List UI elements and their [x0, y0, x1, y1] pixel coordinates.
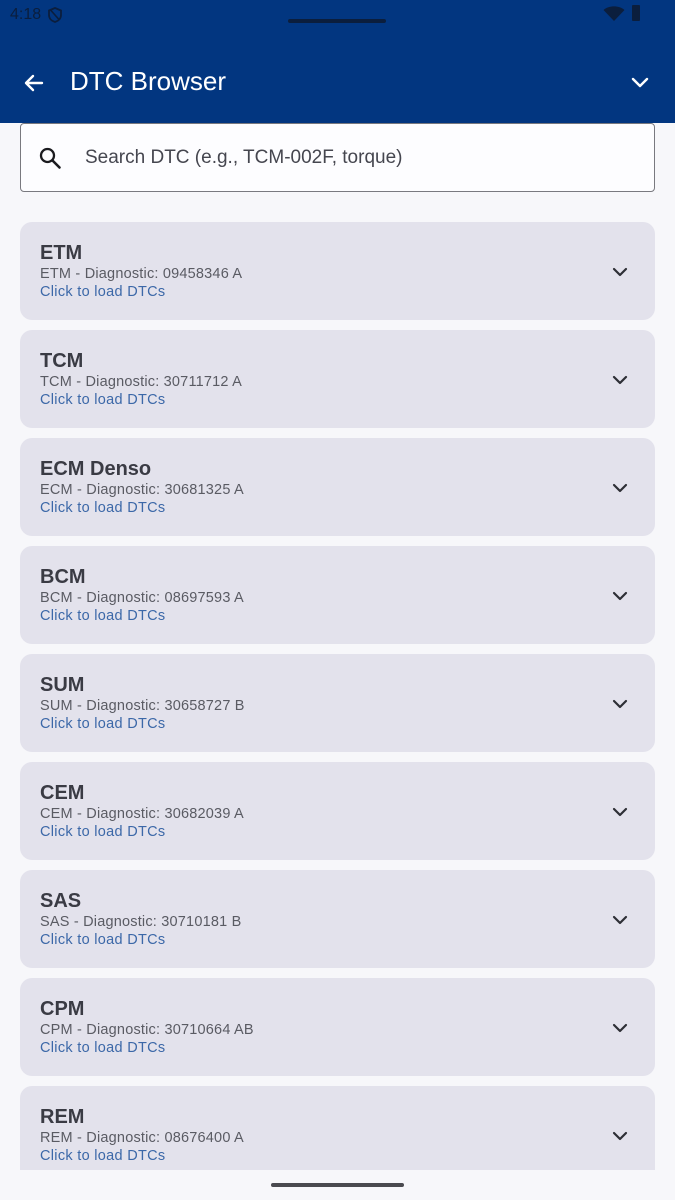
module-card[interactable]: BCM BCM - Diagnostic: 08697593 A Click t…	[20, 546, 655, 644]
module-name: REM	[40, 1106, 85, 1128]
load-dtcs-link[interactable]: Click to load DTCs	[40, 284, 165, 300]
module-diagnostic: CPM - Diagnostic: 30710664 AB	[40, 1022, 254, 1038]
module-diagnostic: ECM - Diagnostic: 30681325 A	[40, 482, 244, 498]
search-icon	[38, 146, 62, 175]
module-diagnostic: BCM - Diagnostic: 08697593 A	[40, 590, 244, 606]
wifi-icon	[603, 6, 625, 27]
battery-icon	[632, 5, 640, 21]
module-name: SAS	[40, 890, 82, 912]
load-dtcs-link[interactable]: Click to load DTCs	[40, 392, 165, 408]
module-name: ETM	[40, 242, 83, 264]
search-input[interactable]	[83, 140, 637, 176]
status-bar: 4:18	[0, 0, 675, 32]
module-card[interactable]: CPM CPM - Diagnostic: 30710664 AB Click …	[20, 978, 655, 1076]
search-field[interactable]	[20, 123, 655, 192]
module-card[interactable]: ECM Denso ECM - Diagnostic: 30681325 A C…	[20, 438, 655, 536]
arrow-left-icon[interactable]	[22, 71, 46, 100]
module-card[interactable]: CEM CEM - Diagnostic: 30682039 A Click t…	[20, 762, 655, 860]
module-name: CEM	[40, 782, 85, 804]
module-name: CPM	[40, 998, 85, 1020]
chevron-down-icon[interactable]	[630, 76, 650, 95]
chevron-down-icon[interactable]	[611, 1021, 629, 1039]
load-dtcs-link[interactable]: Click to load DTCs	[40, 500, 165, 516]
load-dtcs-link[interactable]: Click to load DTCs	[40, 932, 165, 948]
status-time: 4:18	[10, 6, 42, 23]
chevron-down-icon[interactable]	[611, 589, 629, 607]
chevron-down-icon[interactable]	[611, 265, 629, 283]
app-bar: DTC Browser	[0, 32, 675, 123]
chevron-down-icon[interactable]	[611, 697, 629, 715]
shield-icon	[48, 7, 62, 28]
load-dtcs-link[interactable]: Click to load DTCs	[40, 824, 165, 840]
module-diagnostic: CEM - Diagnostic: 30682039 A	[40, 806, 244, 822]
module-name: SUM	[40, 674, 85, 696]
chevron-down-icon[interactable]	[611, 1129, 629, 1147]
chevron-down-icon[interactable]	[611, 481, 629, 499]
module-card[interactable]: TCM TCM - Diagnostic: 30711712 A Click t…	[20, 330, 655, 428]
module-card[interactable]: SUM SUM - Diagnostic: 30658727 B Click t…	[20, 654, 655, 752]
chevron-down-icon[interactable]	[611, 913, 629, 931]
module-name: TCM	[40, 350, 84, 372]
module-diagnostic: REM - Diagnostic: 08676400 A	[40, 1130, 244, 1146]
module-list: ETM ETM - Diagnostic: 09458346 A Click t…	[20, 222, 655, 1170]
module-name: ECM Denso	[40, 458, 152, 480]
load-dtcs-link[interactable]: Click to load DTCs	[40, 716, 165, 732]
gesture-nav-handle[interactable]	[271, 1183, 404, 1187]
notch-pill	[288, 19, 386, 23]
module-diagnostic: TCM - Diagnostic: 30711712 A	[40, 374, 242, 390]
module-diagnostic: ETM - Diagnostic: 09458346 A	[40, 266, 243, 282]
module-diagnostic: SAS - Diagnostic: 30710181 B	[40, 914, 242, 930]
module-name: BCM	[40, 566, 86, 588]
module-card[interactable]: SAS SAS - Diagnostic: 30710181 B Click t…	[20, 870, 655, 968]
chevron-down-icon[interactable]	[611, 805, 629, 823]
module-card[interactable]: ETM ETM - Diagnostic: 09458346 A Click t…	[20, 222, 655, 320]
load-dtcs-link[interactable]: Click to load DTCs	[40, 1148, 165, 1164]
chevron-down-icon[interactable]	[611, 373, 629, 391]
page-title: DTC Browser	[70, 66, 227, 96]
load-dtcs-link[interactable]: Click to load DTCs	[40, 1040, 165, 1056]
load-dtcs-link[interactable]: Click to load DTCs	[40, 608, 165, 624]
module-diagnostic: SUM - Diagnostic: 30658727 B	[40, 698, 245, 714]
module-card[interactable]: REM REM - Diagnostic: 08676400 A Click t…	[20, 1086, 655, 1170]
